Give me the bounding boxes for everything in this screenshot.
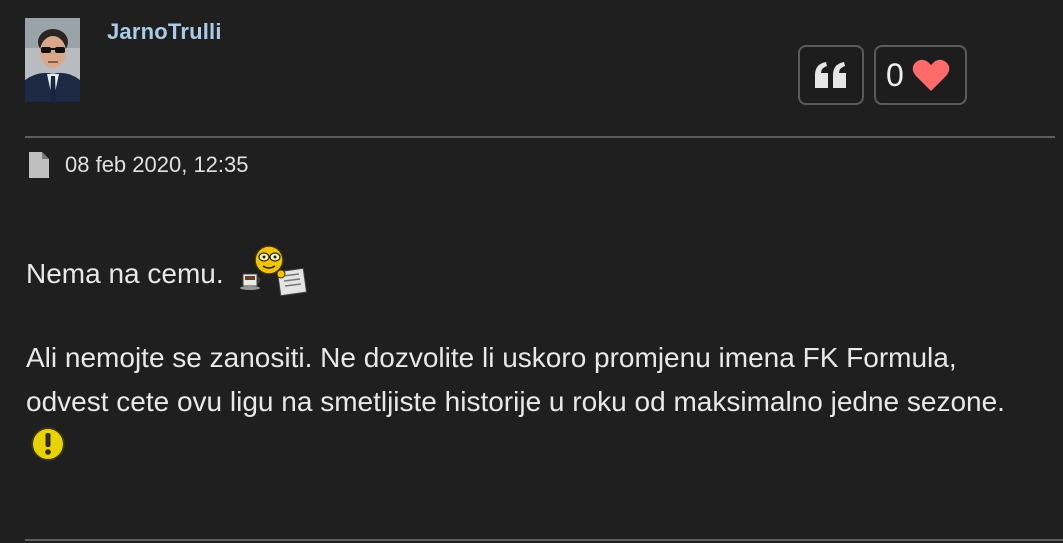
post-date[interactable]: 08 feb 2020, 12:35 — [65, 152, 249, 178]
like-button[interactable]: 0 — [874, 45, 967, 105]
avatar[interactable] — [25, 18, 80, 102]
post-paragraph: Nema na cemu. — [26, 244, 1046, 298]
forum-post: JarnoTrulli 0 08 feb 2020, 12:35 Nema na… — [0, 0, 1063, 543]
user-avatar-photo — [25, 18, 80, 102]
post-content: Nema na cemu. Ali nemojte se zanositi. N… — [26, 244, 1046, 468]
coffee-newspaper-smiley-icon — [240, 244, 308, 296]
post-footer-divider — [25, 539, 1063, 541]
exclamation-smiley-icon — [31, 427, 65, 462]
paragraph-text: Ali nemojte se zanositi. Ne dozvolite li… — [26, 341, 1005, 417]
document-icon — [29, 152, 49, 178]
heart-icon — [912, 59, 950, 91]
quote-button[interactable] — [798, 45, 864, 105]
username-link[interactable]: JarnoTrulli — [107, 19, 222, 45]
post-meta: 08 feb 2020, 12:35 — [27, 151, 249, 179]
post-paragraph: Ali nemojte se zanositi. Ne dozvolite li… — [26, 336, 1046, 468]
post-header-divider — [25, 136, 1055, 138]
paragraph-text: Nema na cemu. — [26, 258, 224, 289]
like-count: 0 — [886, 56, 904, 93]
quote-icon — [815, 62, 846, 88]
